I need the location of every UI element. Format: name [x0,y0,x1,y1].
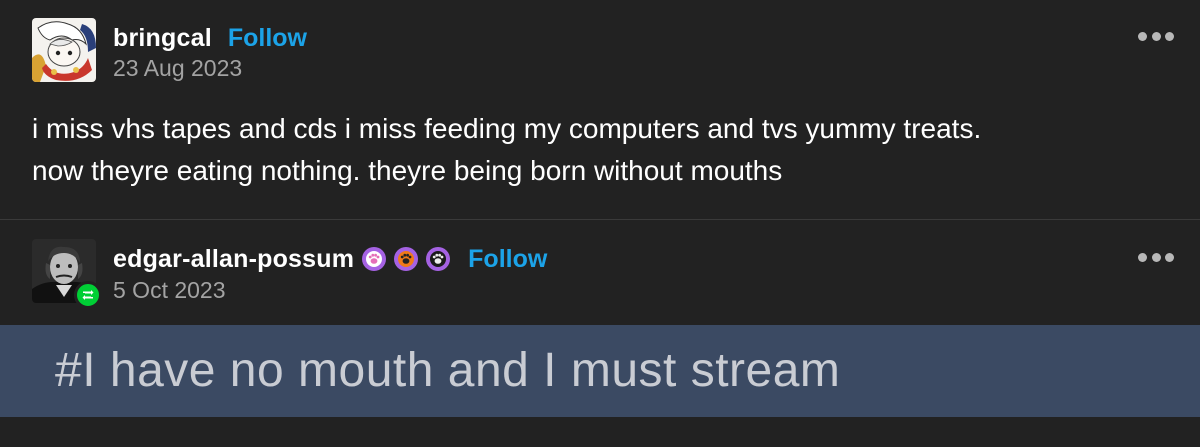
paw-pink-badge-icon[interactable] [362,247,387,271]
post-header: bringcal Follow [113,21,307,55]
post-body-line: now theyre eating nothing. theyre being … [32,155,783,186]
post-date[interactable]: 23 Aug 2023 [113,55,242,82]
dot-icon [1138,31,1147,41]
dot-icon [1151,252,1161,262]
post-body-line: i miss vhs tapes and cds i miss feeding … [32,113,982,144]
user-badges [362,247,458,271]
post-reblog: edgar-allan-possum Follow 5 Oct 2023 #I … [0,221,1200,447]
paw-icon [430,251,447,267]
follow-button[interactable]: Follow [468,245,547,274]
paw-orange-badge-icon[interactable] [394,247,419,271]
more-options-button[interactable] [1138,30,1174,42]
paw-dark-badge-icon[interactable] [426,247,451,271]
dot-icon [1165,31,1174,41]
dot-icon [1151,31,1161,41]
paw-icon [366,251,383,267]
reblog-badge [74,281,102,309]
avatar-image-icon [32,18,96,82]
dot-icon [1165,252,1174,262]
post-header: edgar-allan-possum Follow [113,242,547,276]
post-original: bringcal Follow 23 Aug 2023 i miss vhs t… [0,0,1200,220]
more-options-button[interactable] [1138,251,1174,263]
tag-strip: #I have no mouth and I must stream [0,325,1200,417]
post-tag[interactable]: #I have no mouth and I must stream [55,343,840,398]
username[interactable]: bringcal [113,24,212,53]
avatar-bringcal[interactable] [32,18,96,82]
dot-icon [1138,252,1147,262]
paw-icon [398,251,415,267]
reblog-icon [82,290,94,300]
username[interactable]: edgar-allan-possum [113,245,354,274]
post-body: i miss vhs tapes and cds i miss feeding … [32,108,1172,192]
follow-button[interactable]: Follow [228,24,307,53]
post-date[interactable]: 5 Oct 2023 [113,277,226,304]
